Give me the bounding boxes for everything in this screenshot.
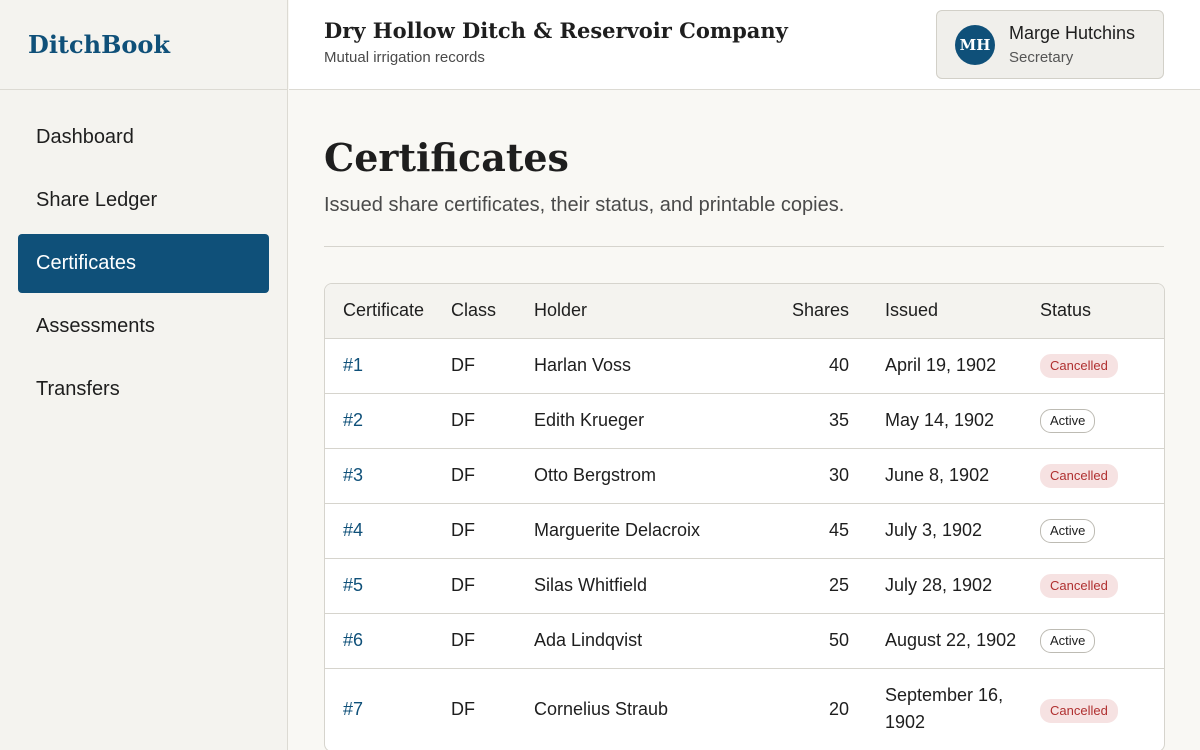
certificates-table: Certificate Class Holder Shares Issued S… — [325, 284, 1164, 750]
holder-cell: Ada Lindqvist — [534, 613, 739, 669]
column-header-holder[interactable]: Holder — [534, 284, 739, 339]
class-cell: DF — [451, 668, 534, 750]
brand-area: DitchBook — [0, 0, 287, 90]
holder-cell: Otto Bergstrom — [534, 448, 739, 504]
user-name: Marge Hutchins — [1009, 23, 1136, 43]
issued-cell: April 19, 1902 — [863, 338, 1040, 394]
issued-cell: June 8, 1902 — [863, 448, 1040, 504]
column-header-issued[interactable]: Issued — [863, 284, 1040, 339]
shares-cell: 30 — [739, 448, 863, 504]
table-row[interactable]: #4 DF Marguerite Delacroix 45 July 3, 19… — [325, 503, 1164, 559]
status-badge: Cancelled — [1040, 463, 1118, 488]
main-content: Certificates Issued share certificates, … — [324, 90, 1165, 750]
shares-cell: 45 — [739, 503, 863, 559]
sidebar-item-share-ledger[interactable]: Share Ledger — [18, 171, 269, 230]
shares-cell: 40 — [739, 338, 863, 394]
status-badge: Active — [1040, 518, 1096, 543]
class-cell: DF — [451, 613, 534, 669]
holder-cell: Cornelius Straub — [534, 668, 739, 750]
user-menu-button[interactable]: MH Marge Hutchins Secretary — [936, 10, 1164, 79]
sidebar-item-assessments[interactable]: Assessments — [18, 297, 269, 356]
certificate-link[interactable]: #4 — [343, 520, 363, 540]
table-row[interactable]: #5 DF Silas Whitfield 25 July 28, 1902 C… — [325, 558, 1164, 614]
certificate-link[interactable]: #1 — [343, 355, 363, 375]
shares-cell: 25 — [739, 558, 863, 614]
user-info: Marge Hutchins Secretary — [1009, 23, 1135, 66]
sidebar-item-label: Assessments — [36, 315, 155, 337]
certificates-table-container: Certificate Class Holder Shares Issued S… — [324, 283, 1165, 750]
issued-cell: July 3, 1902 — [863, 503, 1040, 559]
status-badge: Cancelled — [1040, 573, 1118, 598]
table-row[interactable]: #6 DF Ada Lindqvist 50 August 22, 1902 A… — [325, 613, 1164, 669]
sidebar-item-dashboard[interactable]: Dashboard — [18, 108, 269, 167]
top-bar: Dry Hollow Ditch & Reservoir Company Mut… — [289, 0, 1200, 90]
organization-name: Dry Hollow Ditch & Reservoir Company — [324, 18, 788, 43]
issued-cell: July 28, 1902 — [863, 558, 1040, 614]
divider — [324, 246, 1164, 247]
sidebar-item-label: Transfers — [36, 378, 120, 400]
column-header-class[interactable]: Class — [451, 284, 534, 339]
sidebar-item-label: Dashboard — [36, 126, 134, 148]
sidebar: DitchBook Dashboard Share Ledger Certifi… — [0, 0, 288, 750]
certificate-link[interactable]: #5 — [343, 575, 363, 595]
sidebar-item-transfers[interactable]: Transfers — [18, 360, 269, 419]
shares-cell: 35 — [739, 393, 863, 449]
certificate-link[interactable]: #6 — [343, 630, 363, 650]
organization-subtitle: Mutual irrigation records — [324, 49, 485, 66]
holder-cell: Harlan Voss — [534, 338, 739, 394]
class-cell: DF — [451, 393, 534, 449]
page-subtitle: Issued share certificates, their status,… — [324, 194, 845, 216]
table-row[interactable]: #7 DF Cornelius Straub 20 September 16, … — [325, 668, 1164, 750]
status-badge: Cancelled — [1040, 353, 1118, 378]
issued-cell: September 16, 1902 — [863, 668, 1040, 750]
holder-cell: Marguerite Delacroix — [534, 503, 739, 559]
table-row[interactable]: #2 DF Edith Krueger 35 May 14, 1902 Acti… — [325, 393, 1164, 449]
shares-cell: 20 — [739, 668, 863, 750]
certificate-link[interactable]: #2 — [343, 410, 363, 430]
class-cell: DF — [451, 448, 534, 504]
certificate-link[interactable]: #3 — [343, 465, 363, 485]
status-badge: Active — [1040, 408, 1096, 433]
issued-cell: May 14, 1902 — [863, 393, 1040, 449]
issued-cell: August 22, 1902 — [863, 613, 1040, 669]
holder-cell: Edith Krueger — [534, 393, 739, 449]
table-row[interactable]: #1 DF Harlan Voss 40 April 19, 1902 Canc… — [325, 338, 1164, 394]
class-cell: DF — [451, 338, 534, 394]
table-row[interactable]: #3 DF Otto Bergstrom 30 June 8, 1902 Can… — [325, 448, 1164, 504]
sidebar-nav: Dashboard Share Ledger Certificates Asse… — [0, 90, 287, 419]
avatar: MH — [955, 24, 995, 65]
class-cell: DF — [451, 503, 534, 559]
brand-logo-text[interactable]: DitchBook — [28, 30, 170, 59]
status-badge: Cancelled — [1040, 698, 1118, 723]
page-title: Certificates — [324, 135, 569, 180]
column-header-status[interactable]: Status — [1040, 284, 1164, 339]
shares-cell: 50 — [739, 613, 863, 669]
sidebar-item-label: Share Ledger — [36, 189, 158, 211]
sidebar-item-label: Certificates — [36, 252, 137, 274]
holder-cell: Silas Whitfield — [534, 558, 739, 614]
column-header-shares[interactable]: Shares — [739, 284, 863, 339]
status-badge: Active — [1040, 628, 1096, 653]
user-role: Secretary — [1009, 49, 1074, 66]
certificate-link[interactable]: #7 — [343, 699, 363, 719]
table-header-row: Certificate Class Holder Shares Issued S… — [325, 284, 1164, 339]
sidebar-item-certificates[interactable]: Certificates — [18, 234, 269, 293]
column-header-certificate[interactable]: Certificate — [325, 284, 451, 339]
class-cell: DF — [451, 558, 534, 614]
